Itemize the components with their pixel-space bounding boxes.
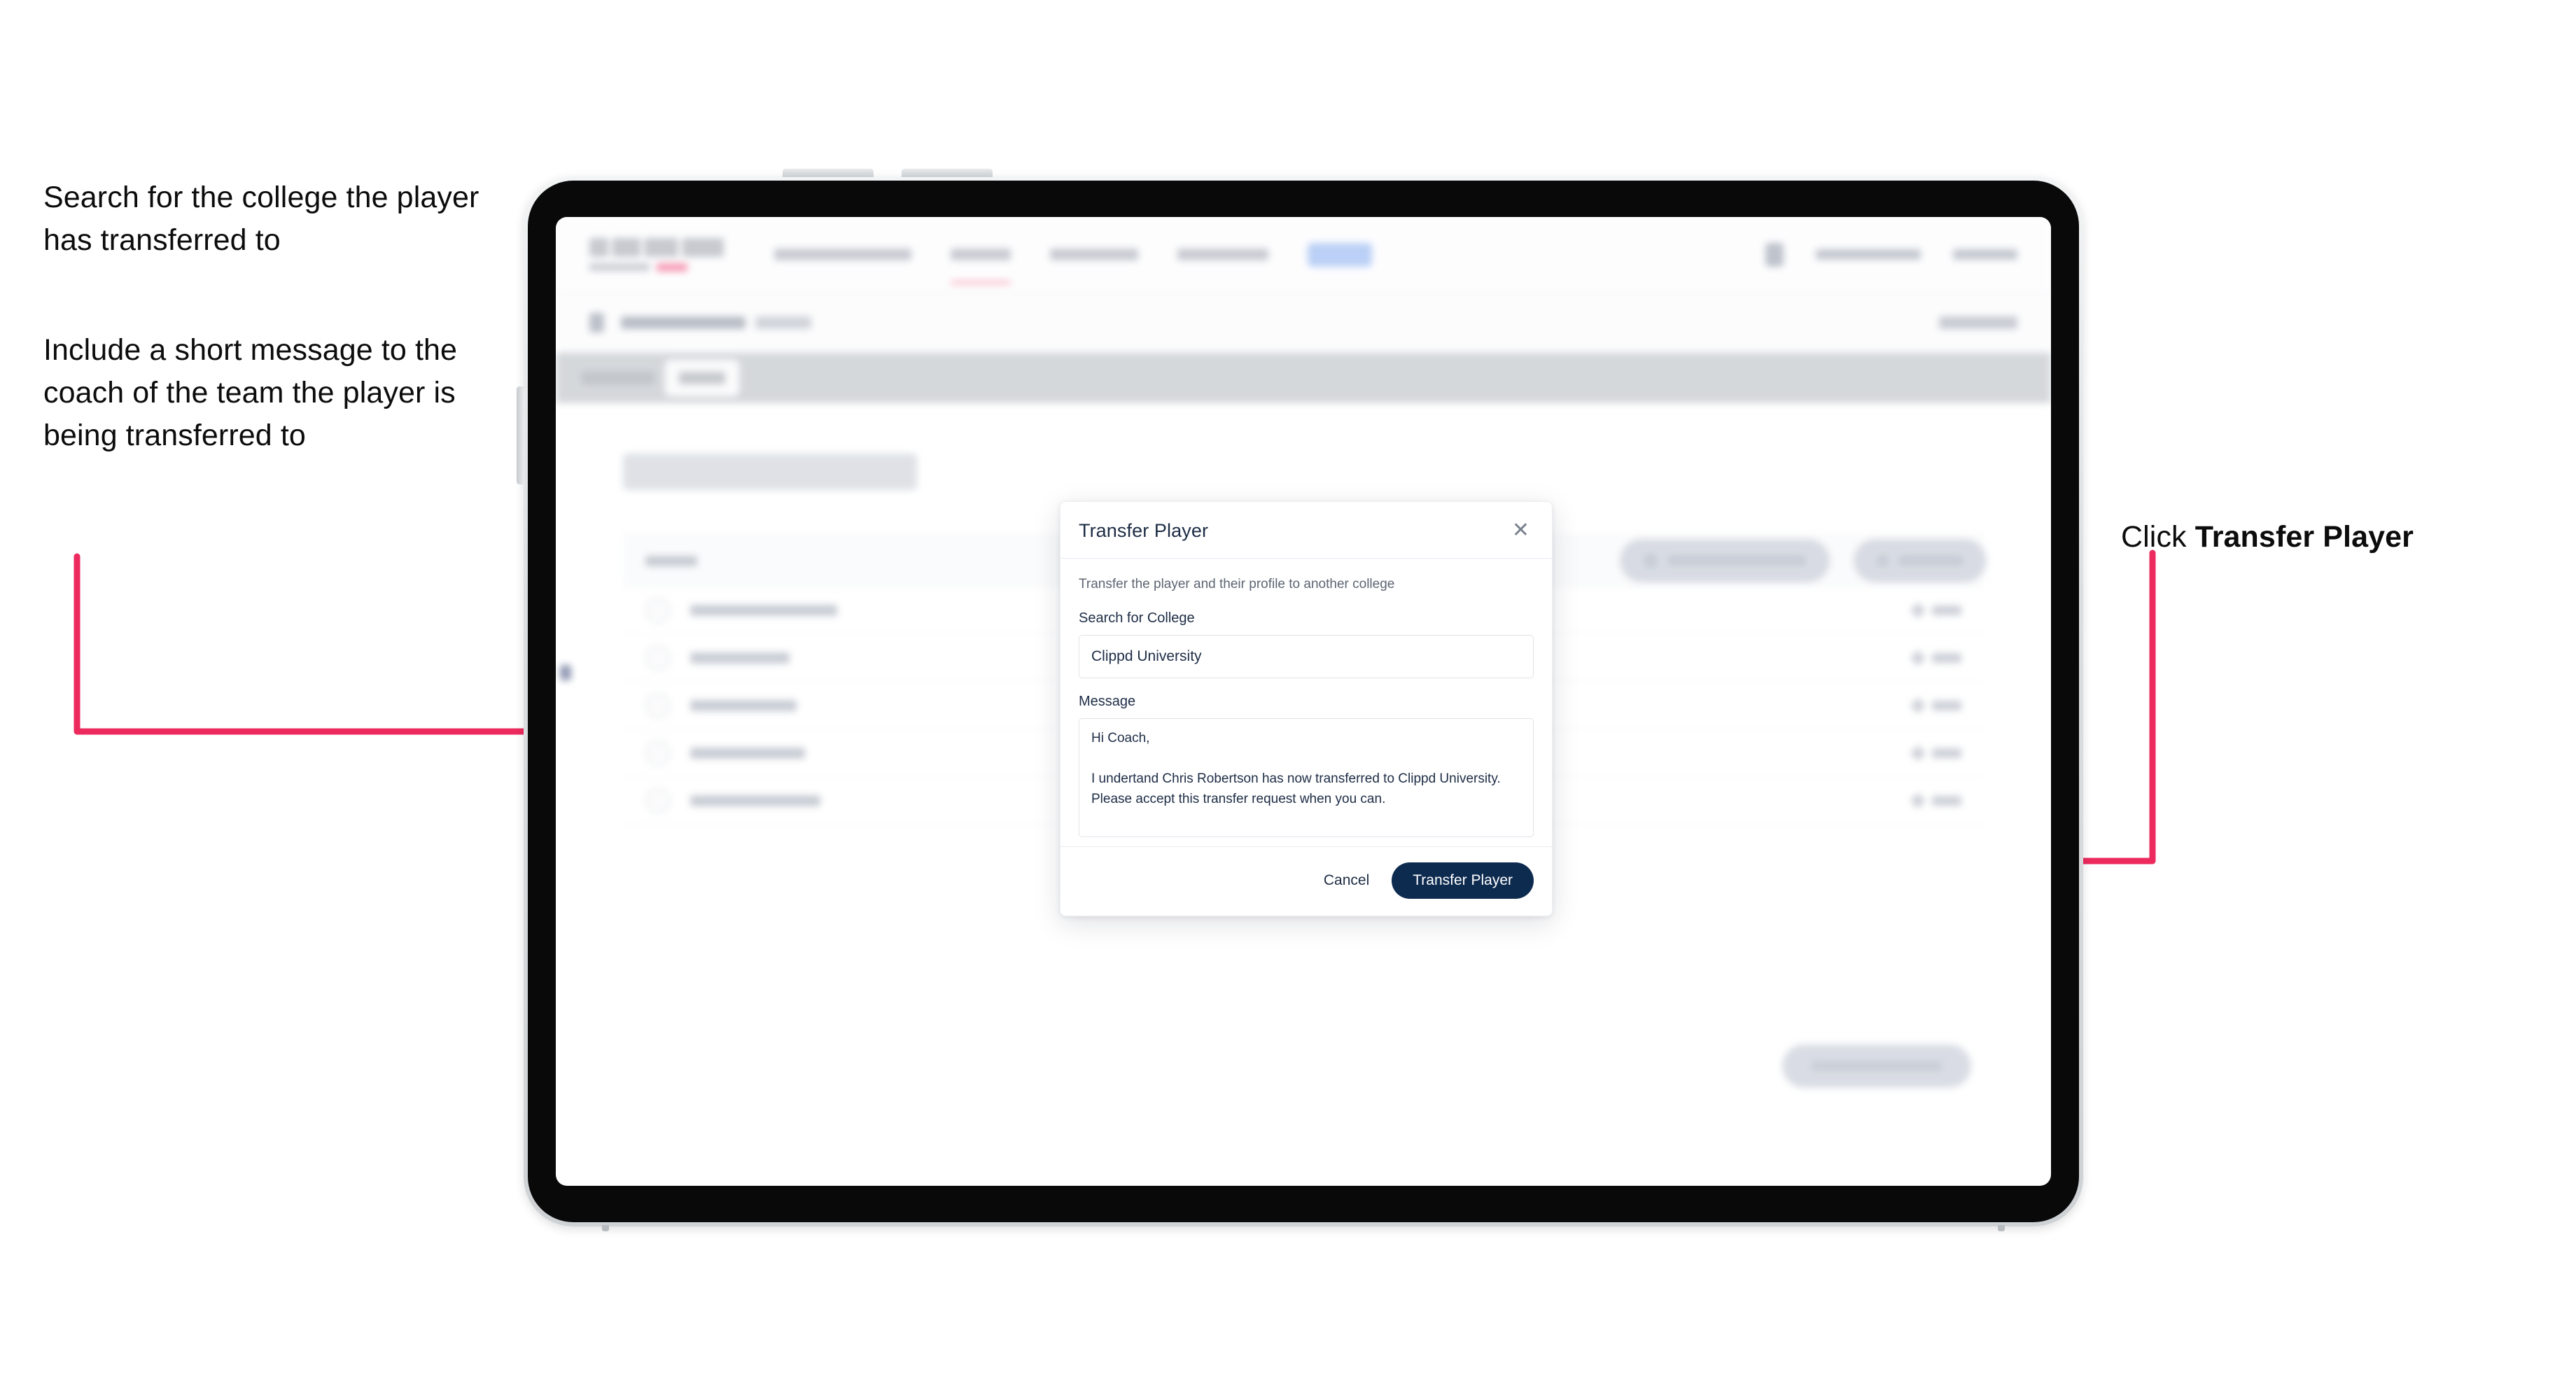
search-college-input[interactable] bbox=[1079, 635, 1534, 678]
row-edit-action[interactable] bbox=[1910, 792, 1961, 808]
modal-header: Transfer Player ✕ bbox=[1060, 502, 1552, 559]
breadcrumb-club-name[interactable] bbox=[621, 316, 746, 329]
logo-wordmark bbox=[589, 237, 724, 257]
screen-edge-indicator bbox=[560, 665, 571, 680]
app-header bbox=[556, 217, 2051, 293]
annotation-include-message: Include a short message to the coach of … bbox=[43, 333, 458, 453]
pencil-icon bbox=[1910, 602, 1926, 618]
avatar bbox=[645, 597, 671, 623]
breadcrumb-bar bbox=[556, 293, 2051, 353]
nav-item-analytics[interactable] bbox=[1177, 248, 1268, 260]
close-icon[interactable]: ✕ bbox=[1508, 519, 1534, 542]
logo-tagline bbox=[589, 262, 724, 272]
transfer-player-modal: Transfer Player ✕ Transfer the player an… bbox=[1060, 501, 1553, 916]
device-volume-up-button[interactable] bbox=[783, 169, 874, 177]
main-nav bbox=[774, 242, 1372, 284]
nav-item-teams[interactable] bbox=[951, 248, 1011, 284]
logo-accent bbox=[657, 262, 687, 272]
screenshot-canvas: Search for the college the player has tr… bbox=[0, 0, 2576, 1386]
avatar bbox=[645, 645, 671, 671]
breadcrumb-club-icon bbox=[589, 312, 604, 332]
college-field-label: Search for College bbox=[1079, 610, 1195, 626]
breadcrumb-cancel-button[interactable] bbox=[1939, 316, 2017, 329]
pencil-icon bbox=[1910, 650, 1926, 666]
avatar bbox=[645, 740, 671, 766]
user-email-label bbox=[1816, 249, 1921, 260]
app-logo[interactable] bbox=[589, 237, 724, 272]
sub-tab-bar bbox=[556, 353, 2051, 403]
avatar bbox=[645, 692, 671, 718]
pencil-icon bbox=[1910, 697, 1926, 713]
avatar bbox=[645, 788, 671, 813]
nav-active-underline bbox=[951, 281, 1011, 284]
modal-subtitle: Transfer the player and their profile to… bbox=[1079, 577, 1395, 592]
player-name bbox=[690, 747, 805, 759]
add-player-button[interactable] bbox=[1854, 539, 1987, 582]
device-bottom-nub-right bbox=[1998, 1225, 2005, 1231]
row-edit-action[interactable] bbox=[1910, 650, 1961, 666]
user-avatar-icon[interactable] bbox=[1765, 242, 1784, 267]
modal-title: Transfer Player bbox=[1079, 519, 1209, 541]
transfer-player-button[interactable]: Transfer Player bbox=[1392, 862, 1534, 899]
annotation-click-bold: Transfer Player bbox=[2194, 520, 2414, 554]
device-volume-down-button[interactable] bbox=[902, 169, 993, 177]
pencil-icon bbox=[1910, 792, 1926, 808]
row-edit-action[interactable] bbox=[1910, 602, 1961, 618]
message-field-label: Message bbox=[1079, 694, 1136, 709]
modal-body: Transfer the player and their profile to… bbox=[1060, 559, 1552, 846]
row-edit-action[interactable] bbox=[1910, 697, 1961, 713]
nav-item-tournaments[interactable] bbox=[774, 248, 911, 260]
nav-item-rankings[interactable] bbox=[1050, 248, 1138, 260]
breadcrumb-sub bbox=[755, 316, 811, 329]
request-player-transfer-button[interactable] bbox=[1620, 539, 1830, 582]
header-user-area bbox=[1765, 242, 2017, 267]
annotation-click-transfer: Click Transfer Player bbox=[2121, 473, 2555, 559]
tab-roster[interactable] bbox=[665, 360, 739, 396]
cancel-button[interactable]: Cancel bbox=[1321, 867, 1372, 895]
device-power-button[interactable] bbox=[517, 386, 524, 484]
player-name bbox=[690, 699, 797, 711]
tab-details[interactable] bbox=[581, 371, 655, 385]
pencil-icon bbox=[1910, 745, 1926, 761]
column-header-name bbox=[645, 555, 697, 566]
roster-actions bbox=[1620, 539, 1987, 582]
player-name bbox=[690, 652, 790, 664]
message-textarea[interactable] bbox=[1079, 718, 1534, 837]
nav-item-more[interactable] bbox=[1308, 242, 1372, 267]
annotation-click-prefix: Click bbox=[2121, 520, 2195, 554]
player-name bbox=[690, 794, 820, 806]
modal-footer: Cancel Transfer Player bbox=[1060, 846, 1552, 916]
annotation-search-college: Search for the college the player has tr… bbox=[43, 181, 479, 258]
page-title-update-roster bbox=[623, 454, 917, 490]
row-edit-action[interactable] bbox=[1910, 745, 1961, 761]
save-and-continue-button[interactable] bbox=[1782, 1044, 1971, 1088]
player-name bbox=[690, 604, 837, 616]
device-bottom-nub-left bbox=[602, 1225, 609, 1231]
sign-out-button[interactable] bbox=[1953, 249, 2017, 260]
